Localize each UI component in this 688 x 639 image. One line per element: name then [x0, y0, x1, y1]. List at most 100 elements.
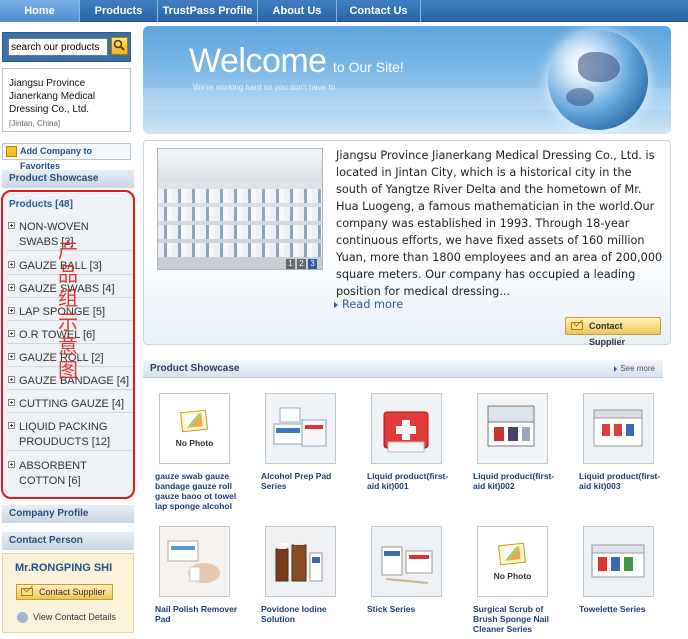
product-name[interactable]: Stick Series: [367, 604, 453, 614]
company-name-line1: Jiangsu Province: [9, 78, 86, 89]
products-title[interactable]: Products [48]: [9, 199, 73, 210]
photo-row: [158, 189, 322, 203]
no-photo-label: No Photo: [175, 438, 214, 448]
tab-trustpass-profile[interactable]: TrustPass Profile: [158, 0, 258, 22]
product-name[interactable]: gauze swab gauze bandage gauze roll gauz…: [155, 471, 241, 511]
search-input[interactable]: [8, 38, 108, 56]
view-contact-label: View Contact Details: [33, 612, 116, 622]
product-showcase-title: Product Showcase: [150, 363, 240, 374]
product-name[interactable]: Nail Polish Remover Pad: [155, 604, 241, 624]
mail-icon: [571, 322, 583, 330]
pager-3[interactable]: 3: [308, 259, 317, 269]
plus-icon: [8, 307, 15, 314]
add-to-favorites-label: Add Company to Favorites: [20, 146, 92, 171]
contact-supplier-button-small[interactable]: Contact Supplier: [16, 584, 113, 600]
sidebar-contact-person-head: Contact Person: [2, 532, 134, 550]
tab-contact-us[interactable]: Contact Us: [337, 0, 421, 22]
welcome-title: Welcome: [189, 42, 327, 80]
annotation-char: 组: [58, 286, 78, 310]
annotation-char: 图: [58, 358, 78, 382]
factory-photo: 1 2 3: [157, 148, 323, 270]
top-nav: Home Products TrustPass Profile About Us…: [0, 0, 688, 22]
contact-supplier-label: Contact Supplier: [589, 321, 626, 347]
no-photo-placeholder: No Photo: [160, 394, 229, 463]
povidone-iodine-solution-image: [266, 527, 335, 596]
plus-icon: [8, 284, 15, 291]
product-name[interactable]: Povidone Iodine Solution: [261, 604, 347, 624]
contact-name: Mr.RONGPING SHI: [15, 562, 113, 574]
product-name[interactable]: Surgical Scrub of Brush Sponge Nail Clea…: [473, 604, 559, 634]
see-more-link[interactable]: See more: [614, 360, 655, 378]
view-contact-details-link[interactable]: View Contact Details: [17, 612, 116, 623]
welcome-subtitle: to Our Site!: [333, 59, 404, 75]
product-thumb[interactable]: [583, 393, 654, 464]
photo-row: [158, 243, 322, 257]
product-name[interactable]: Towelette Series: [579, 604, 665, 614]
annotation-char: 产: [58, 238, 78, 262]
sidebar-product-showcase-head[interactable]: Product Showcase: [2, 170, 134, 188]
stick-series-image: [372, 527, 441, 596]
product-thumb[interactable]: [371, 393, 442, 464]
no-photo-icon: [180, 409, 208, 433]
tab-about-us[interactable]: About Us: [258, 0, 337, 22]
product-name[interactable]: Liquid product(first-aid kit)002: [473, 471, 559, 491]
plus-icon: [8, 222, 15, 229]
product-name[interactable]: Alcohol Prep Pad Series: [261, 471, 347, 491]
tab-products[interactable]: Products: [80, 0, 158, 22]
product-thumb[interactable]: [265, 393, 336, 464]
nail-polish-remover-pad-image: [160, 527, 229, 596]
company-card: Jiangsu Province Jianerkang Medical Dres…: [2, 68, 131, 132]
category-cutting-gauze[interactable]: CUTTING GAUZE [4]: [7, 397, 134, 413]
read-more-link[interactable]: Read more: [334, 298, 403, 311]
product-name[interactable]: Liquid product(first-aid kit)001: [367, 471, 453, 491]
no-photo-icon: [498, 542, 526, 566]
annotation-char: 意: [58, 334, 78, 358]
sidebar-company-profile-head[interactable]: Company Profile: [2, 505, 134, 523]
annotation-char: 示: [58, 310, 78, 334]
product-thumb[interactable]: [265, 526, 336, 597]
product-thumb[interactable]: [159, 526, 230, 597]
contact-supplier-button[interactable]: Contact Supplier: [565, 317, 661, 347]
annotation-char: 品: [58, 262, 78, 286]
pager-1[interactable]: 1: [286, 259, 295, 269]
plus-icon: [8, 353, 15, 360]
plus-icon: [8, 399, 15, 406]
category-label: LIQUID PACKING: [19, 421, 108, 433]
contact-supplier-label: Contact Supplier: [39, 587, 106, 597]
first-aid-kit-001-image: [372, 394, 441, 463]
about-panel: 1 2 3 Jiangsu Province Jianerkang Medica…: [143, 140, 671, 347]
alcohol-prep-pad-image: [266, 394, 335, 463]
search-button[interactable]: [111, 37, 128, 55]
no-photo-label: No Photo: [493, 571, 532, 581]
plus-icon: [8, 261, 15, 268]
about-text: Jiangsu Province Jianerkang Medical Dres…: [336, 149, 663, 298]
product-name[interactable]: Liquid product(first-aid kit)003: [579, 471, 665, 491]
search-icon: [113, 39, 125, 51]
product-thumb[interactable]: No Photo: [477, 526, 548, 597]
company-name-line3: Dressing Co., Ltd.: [9, 104, 90, 115]
category-label: PROUDUCTS [12]: [19, 436, 111, 448]
add-to-favorites-link[interactable]: Add Company to Favorites: [2, 143, 131, 171]
product-thumb[interactable]: No Photo: [159, 393, 230, 464]
photo-ceiling: [158, 149, 322, 183]
first-aid-kit-003-image: [584, 394, 653, 463]
company-name-line2: Jianerkang Medical: [9, 91, 96, 102]
category-absorbent-cotton[interactable]: ABSORBENT COTTON [6]: [7, 459, 134, 489]
product-thumb[interactable]: [477, 393, 548, 464]
category-label: CUTTING GAUZE [4]: [19, 398, 125, 410]
plus-icon: [8, 461, 15, 468]
product-thumb[interactable]: [371, 526, 442, 597]
plus-icon: [8, 376, 15, 383]
product-thumb[interactable]: [583, 526, 654, 597]
photo-row: [158, 225, 322, 239]
tab-home[interactable]: Home: [0, 0, 80, 22]
pager-2[interactable]: 2: [297, 259, 306, 269]
first-aid-kit-002-image: [478, 394, 547, 463]
welcome-banner: Welcome to Our Site! We're working hard …: [143, 26, 671, 134]
product-showcase-head: Product Showcase See more: [143, 360, 663, 378]
category-liquid-packing-products[interactable]: LIQUID PACKING PROUDUCTS [12]: [7, 420, 134, 451]
globe-icon: [548, 30, 648, 130]
contact-panel: Mr.RONGPING SHI Contact Supplier View Co…: [2, 553, 134, 633]
no-photo-placeholder: No Photo: [478, 527, 547, 596]
photo-row: [158, 207, 322, 221]
